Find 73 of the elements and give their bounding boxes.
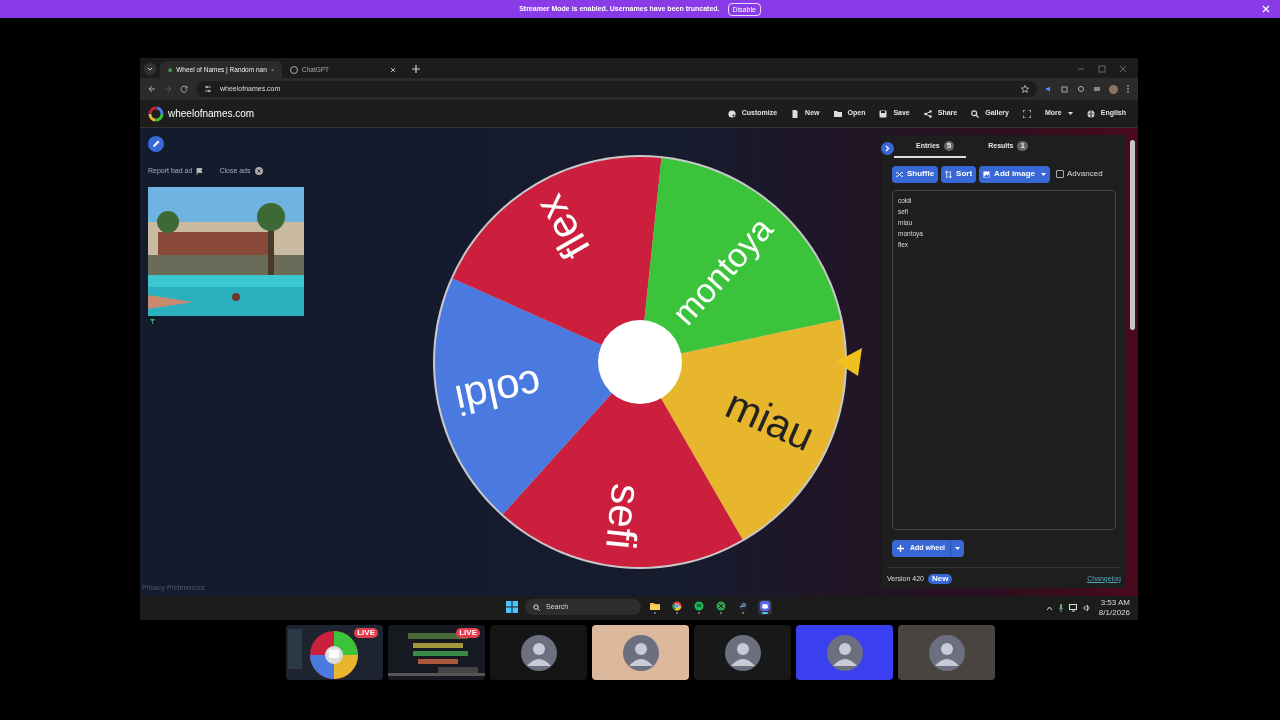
- slice-label: miau: [719, 379, 822, 460]
- close-icon[interactable]: [254, 167, 263, 176]
- participant-tile[interactable]: [694, 625, 791, 680]
- slice-label: flex: [525, 187, 600, 268]
- search-icon: [971, 109, 980, 118]
- scrollbar-thumb[interactable]: [1129, 140, 1135, 330]
- participant-tile[interactable]: [592, 625, 689, 680]
- close-icon[interactable]: [1262, 5, 1270, 13]
- start-icon[interactable]: [506, 601, 518, 613]
- avatar: [724, 634, 761, 671]
- slice-label: sefi: [597, 481, 651, 552]
- file-icon: [791, 109, 800, 118]
- pointer-icon: [836, 348, 862, 376]
- new-badge: New: [928, 573, 953, 584]
- site-title[interactable]: wheelofnames.com: [168, 106, 255, 121]
- folder-icon: [833, 109, 842, 118]
- volume-icon[interactable]: [1082, 604, 1091, 612]
- logo-icon[interactable]: [148, 105, 164, 122]
- advanced-checkbox[interactable]: Advanced: [1056, 168, 1103, 180]
- close-tab-icon[interactable]: [390, 66, 396, 73]
- network-icon[interactable]: [1068, 604, 1078, 612]
- live-badge: LIVE: [456, 628, 480, 638]
- shuffle-icon: [896, 170, 903, 178]
- profile-icon[interactable]: [1109, 84, 1118, 94]
- floppy-icon: [879, 109, 888, 118]
- participant-tile[interactable]: LIVE: [286, 625, 383, 680]
- star-icon[interactable]: [1021, 85, 1029, 93]
- avatar: [826, 634, 863, 671]
- taskbar-app-icon[interactable]: [758, 599, 772, 615]
- plus-icon: [897, 544, 904, 552]
- participant-tile[interactable]: [490, 625, 587, 680]
- count-badge: 1: [1017, 141, 1028, 152]
- avatar: [928, 634, 965, 671]
- participant-tile[interactable]: [898, 625, 995, 680]
- back-icon[interactable]: [148, 85, 156, 93]
- avatar: [622, 634, 659, 671]
- wheel-icon: [168, 65, 173, 74]
- chevron-icon[interactable]: [1045, 605, 1053, 611]
- add-wheel-menu-button[interactable]: [950, 539, 964, 557]
- flag-icon[interactable]: [196, 167, 204, 175]
- participant-tile[interactable]: [796, 625, 893, 680]
- extensions-icon[interactable]: [1061, 85, 1069, 93]
- site-settings-icon[interactable]: [204, 85, 212, 93]
- clock-date[interactable]: 8/1/2026: [1098, 608, 1130, 618]
- app-icon[interactable]: [1093, 85, 1101, 93]
- avatar: [520, 634, 557, 671]
- speaker-icon[interactable]: [1045, 85, 1053, 93]
- sort-icon: [945, 170, 953, 178]
- live-badge: LIVE: [354, 628, 378, 638]
- sort-button[interactable]: Sort: [941, 165, 977, 183]
- menu-icon[interactable]: [1126, 85, 1130, 93]
- shuffle-button[interactable]: Shuffle: [892, 165, 939, 183]
- count-badge: 5: [943, 141, 955, 152]
- caret-icon: [1067, 112, 1073, 115]
- slice-label: coldi: [451, 360, 546, 425]
- participant-tile[interactable]: LIVE: [388, 625, 485, 680]
- globe-icon: [1086, 109, 1095, 118]
- fullscreen-icon[interactable]: [1023, 109, 1031, 118]
- image-icon: [983, 170, 991, 178]
- image-button[interactable]: Add image: [979, 165, 1050, 183]
- microphone-icon[interactable]: [1057, 604, 1064, 612]
- caret-icon: [955, 546, 960, 550]
- new-tab-icon[interactable]: [412, 65, 420, 73]
- palette-icon: [727, 109, 736, 118]
- share-icon: [923, 109, 932, 118]
- search-icon: [533, 603, 540, 611]
- edit-button[interactable]: [148, 136, 164, 152]
- collapse-button[interactable]: [881, 141, 894, 155]
- clock-time[interactable]: 3:53 AM: [1100, 598, 1130, 608]
- tab-list-icon[interactable]: [144, 63, 156, 75]
- caret-icon: [1041, 172, 1046, 176]
- ad-choices-icon[interactable]: [150, 318, 155, 324]
- reload-icon[interactable]: [180, 85, 188, 93]
